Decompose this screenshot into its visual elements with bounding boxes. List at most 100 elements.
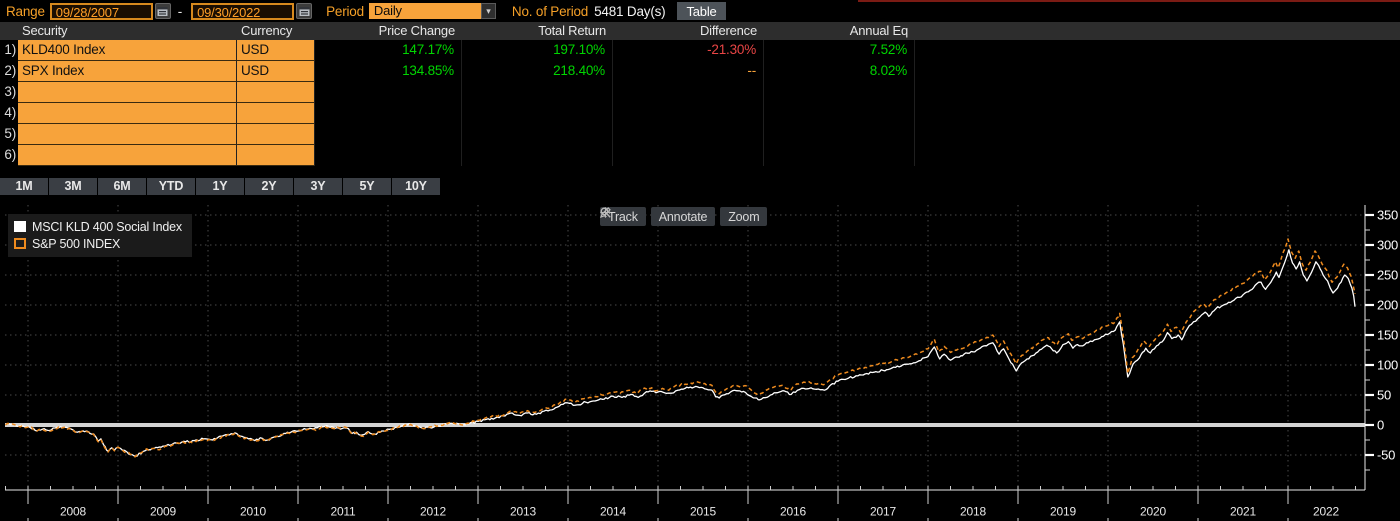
x-axis-year-label: 2014 xyxy=(600,504,626,518)
zoom-icon xyxy=(600,207,611,218)
tab-3m[interactable]: 3M xyxy=(49,178,97,195)
annual-eq-value: 7.52% xyxy=(764,40,915,61)
table-button[interactable]: Table xyxy=(677,2,726,20)
row-number[interactable]: 2) xyxy=(0,61,18,82)
chart-toolbar: Track Annotate Zoom xyxy=(600,207,768,226)
security-input[interactable] xyxy=(18,82,237,103)
track-label: Track xyxy=(608,209,638,224)
x-axis-year-label: 2019 xyxy=(1050,504,1076,518)
currency-input[interactable]: USD xyxy=(237,40,315,61)
range-tabs: 1M 3M 6M YTD 1Y 2Y 3Y 5Y 10Y xyxy=(0,178,441,195)
total-return-value: 218.40% xyxy=(462,61,613,82)
total-return-value: 197.10% xyxy=(462,40,613,61)
column-header-difference: Difference xyxy=(699,23,757,38)
price-change-value: 134.85% xyxy=(315,61,462,82)
x-axis-year-label: 2020 xyxy=(1140,504,1166,518)
zoom-button[interactable]: Zoom xyxy=(600,207,768,226)
x-axis-year-label: 2010 xyxy=(240,504,266,518)
tab-1y[interactable]: 1Y xyxy=(196,178,244,195)
row-number[interactable]: 6) xyxy=(0,145,18,166)
tab-1m[interactable]: 1M xyxy=(0,178,48,195)
price-change-value: 147.17% xyxy=(315,40,462,61)
legend-label: MSCI KLD 400 Social Index xyxy=(32,219,182,234)
y-axis-tick-label: 200 xyxy=(1377,298,1398,313)
currency-input[interactable] xyxy=(237,124,315,145)
table-row: 1) KLD400 Index USD 147.17% 197.10% -21.… xyxy=(0,40,1400,61)
table-row: 5) xyxy=(0,124,1400,145)
calendar-icon xyxy=(157,6,168,16)
range-label: Range xyxy=(6,3,45,19)
y-axis-tick-label: 0 xyxy=(1377,418,1384,433)
range-end-input[interactable]: 09/30/2022 xyxy=(191,2,295,20)
security-input[interactable] xyxy=(18,145,237,166)
column-header-security: Security xyxy=(22,23,68,38)
y-axis-tick-label: 350 xyxy=(1377,208,1398,223)
x-axis-year-label: 2015 xyxy=(690,504,716,518)
annotate-label: Annotate xyxy=(658,209,708,224)
row-number[interactable]: 4) xyxy=(0,103,18,124)
x-axis: 2008 2009 2010 2011 2012 2013 2014 2015 2016 2017… xyxy=(5,486,1365,521)
y-axis-tick-label: 100 xyxy=(1377,358,1398,373)
table-row: 6) xyxy=(0,145,1400,166)
range-start-input[interactable]: 09/28/2007 xyxy=(49,2,153,20)
calendar-button[interactable] xyxy=(154,3,171,19)
table-row: 4) xyxy=(0,103,1400,124)
period-select[interactable]: Daily xyxy=(368,3,481,19)
chevron-down-icon[interactable]: ▾ xyxy=(480,3,496,19)
tab-10y[interactable]: 10Y xyxy=(392,178,440,195)
y-axis-tick-label: -50 xyxy=(1377,448,1395,463)
period-label: Period xyxy=(326,3,364,19)
currency-input[interactable] xyxy=(237,145,315,166)
security-input[interactable] xyxy=(18,124,237,145)
difference-value: -- xyxy=(613,61,764,82)
y-axis: 350 300 250 200 150 100 50 0 -50 xyxy=(1364,205,1398,490)
tab-3y[interactable]: 3Y xyxy=(294,178,342,195)
tab-5y[interactable]: 5Y xyxy=(343,178,391,195)
currency-input[interactable] xyxy=(237,82,315,103)
y-axis-tick-label: 300 xyxy=(1377,238,1398,253)
bloomberg-comparative-returns-screen: Range 09/28/2007 - 09/30/2022 Period Dai… xyxy=(0,0,1400,521)
table-header-row: Security Currency Price Change Total Ret… xyxy=(0,22,1400,40)
row-number[interactable]: 3) xyxy=(0,82,18,103)
x-axis-year-label: 2022 xyxy=(1313,504,1339,518)
gridlines xyxy=(5,205,1365,490)
tab-6m[interactable]: 6M xyxy=(98,178,146,195)
x-axis-year-label: 2017 xyxy=(870,504,896,518)
x-axis-year-label: 2018 xyxy=(960,504,986,518)
legend-item[interactable]: MSCI KLD 400 Social Index xyxy=(14,218,182,235)
y-axis-tick-label: 50 xyxy=(1377,388,1391,403)
y-axis-tick-label: 250 xyxy=(1377,268,1398,283)
calendar-button[interactable] xyxy=(296,3,313,19)
security-input[interactable] xyxy=(18,103,237,124)
security-input[interactable]: KLD400 Index xyxy=(18,40,237,61)
currency-input[interactable]: USD xyxy=(237,61,315,82)
legend-label: S&P 500 INDEX xyxy=(32,236,121,251)
annotate-button[interactable]: Annotate xyxy=(600,207,716,226)
securities-table: Security Currency Price Change Total Ret… xyxy=(0,22,1400,166)
difference-value: -21.30% xyxy=(613,40,764,61)
security-input[interactable]: SPX Index xyxy=(18,61,237,82)
tab-2y[interactable]: 2Y xyxy=(245,178,293,195)
tab-ytd[interactable]: YTD xyxy=(147,178,195,195)
column-header-currency: Currency xyxy=(241,23,293,38)
x-axis-year-label: 2009 xyxy=(150,504,176,518)
currency-input[interactable] xyxy=(237,103,315,124)
chart-plot[interactable]: 2008 2009 2010 2011 2012 2013 2014 2015 2016 2017… xyxy=(0,196,1400,521)
column-header-price-change: Price Change xyxy=(378,23,456,38)
orange-dashed-series-swatch-icon xyxy=(14,238,26,249)
white-series-swatch-icon xyxy=(14,221,26,232)
x-axis-year-label: 2021 xyxy=(1230,504,1256,518)
num-period-label: No. of Period xyxy=(511,3,589,19)
y-axis-tick-label: 150 xyxy=(1377,328,1398,343)
num-period-value: 5481 Day(s) xyxy=(594,3,666,19)
row-number[interactable]: 1) xyxy=(0,40,18,61)
x-axis-year-label: 2008 xyxy=(60,504,86,518)
row-number[interactable]: 5) xyxy=(0,124,18,145)
legend-item[interactable]: S&P 500 INDEX xyxy=(14,235,182,252)
toolbar: Range 09/28/2007 - 09/30/2022 Period Dai… xyxy=(0,0,1400,22)
column-header-annual-eq: Annual Eq xyxy=(849,23,908,38)
calendar-icon xyxy=(299,6,310,16)
chart-area: 2008 2009 2010 2011 2012 2013 2014 2015 2016 2017… xyxy=(0,196,1400,521)
x-axis-year-label: 2012 xyxy=(420,504,446,518)
x-axis-year-label: 2016 xyxy=(780,504,806,518)
